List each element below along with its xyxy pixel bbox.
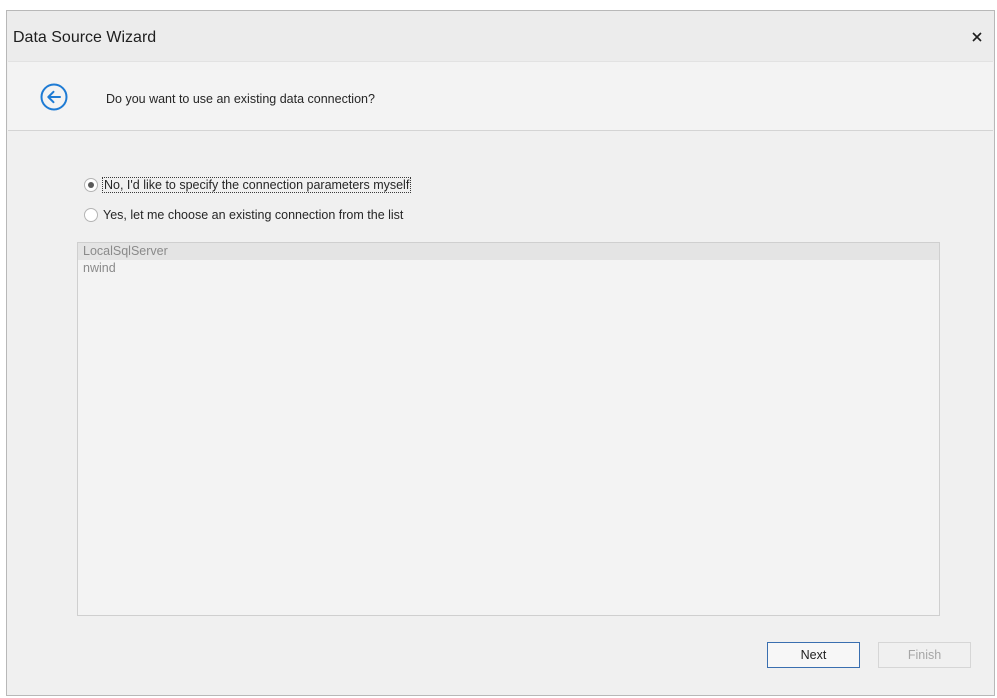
window-title: Data Source Wizard <box>13 29 157 46</box>
connection-item[interactable]: LocalSqlServer <box>78 243 939 260</box>
finish-button[interactable]: Finish <box>878 642 971 668</box>
close-icon <box>972 32 982 42</box>
radio-label-existing: Yes, let me choose an existing connectio… <box>103 208 404 222</box>
next-button[interactable]: Next <box>767 642 860 668</box>
back-arrow-icon <box>40 83 68 111</box>
radio-button[interactable] <box>84 208 98 222</box>
wizard-header: Do you want to use an existing data conn… <box>8 61 993 131</box>
radio-selected-dot <box>88 182 94 188</box>
connection-item[interactable]: nwind <box>78 260 939 277</box>
page-question: Do you want to use an existing data conn… <box>106 92 375 106</box>
close-button[interactable] <box>964 24 990 50</box>
wizard-dialog: Data Source Wizard Do you want to use an… <box>6 10 995 696</box>
title-bar: Data Source Wizard <box>7 11 994 61</box>
connection-list[interactable]: LocalSqlServer nwind <box>77 242 940 616</box>
radio-button[interactable] <box>84 178 98 192</box>
radio-label-specify: No, I'd like to specify the connection p… <box>101 177 412 193</box>
back-button[interactable] <box>39 82 69 112</box>
radio-choose-existing[interactable]: Yes, let me choose an existing connectio… <box>84 205 403 225</box>
radio-specify-parameters[interactable]: No, I'd like to specify the connection p… <box>84 175 412 195</box>
